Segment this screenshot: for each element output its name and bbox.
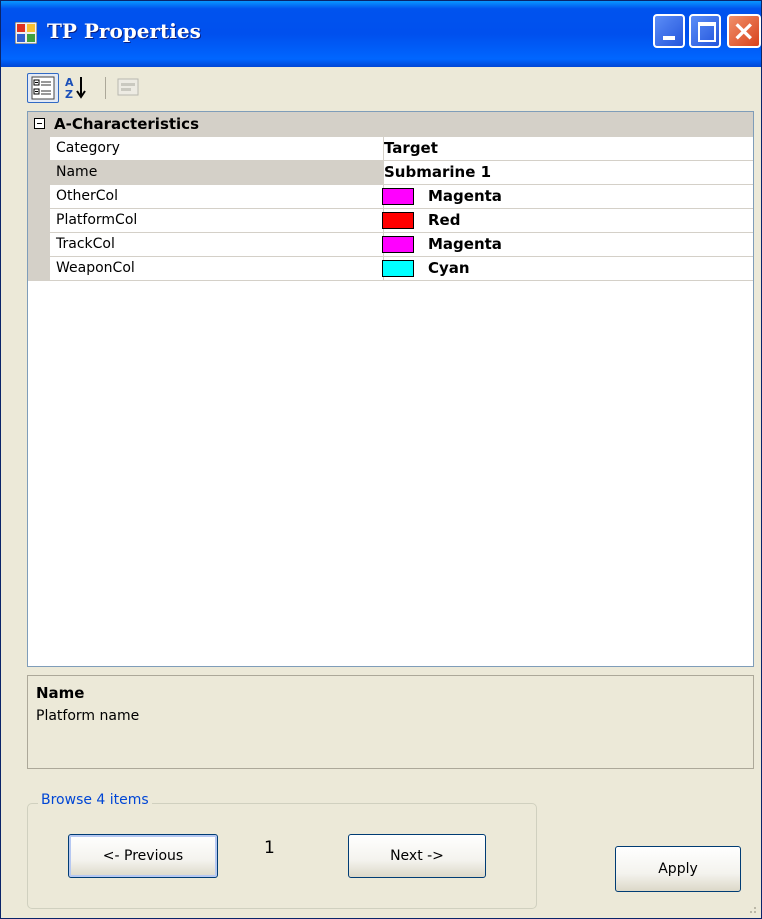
- color-swatch: [382, 212, 414, 229]
- resize-grip-icon[interactable]: [745, 902, 757, 914]
- property-value-text: Magenta: [428, 187, 502, 205]
- row-margin: [28, 233, 50, 257]
- property-row[interactable]: WeaponCol Cyan: [28, 257, 753, 281]
- property-value-text: Cyan: [428, 259, 470, 277]
- help-pane: Name Platform name: [27, 675, 754, 769]
- categorized-button[interactable]: [27, 73, 59, 103]
- category-label: A-Characteristics: [54, 115, 199, 133]
- close-icon: ×: [732, 14, 756, 47]
- apply-button[interactable]: Apply: [615, 846, 741, 892]
- property-value[interactable]: Cyan: [378, 257, 753, 281]
- svg-text:Z: Z: [65, 88, 73, 101]
- property-pages-icon: [117, 78, 139, 96]
- category-row[interactable]: A-Characteristics: [28, 112, 753, 137]
- maximize-icon: [698, 22, 716, 42]
- row-margin: [28, 185, 50, 209]
- property-row[interactable]: OtherCol Magenta: [28, 185, 753, 209]
- property-row[interactable]: TrackCol Magenta: [28, 233, 753, 257]
- property-grid-toolbar: A Z: [27, 71, 757, 105]
- property-name[interactable]: PlatformCol: [50, 209, 384, 233]
- row-margin: [28, 209, 50, 233]
- minimize-button[interactable]: [653, 14, 685, 48]
- next-button[interactable]: Next ->: [348, 834, 486, 878]
- property-name[interactable]: TrackCol: [50, 233, 384, 257]
- property-name[interactable]: Name: [50, 161, 384, 185]
- property-value-text: Target: [384, 139, 438, 157]
- previous-button[interactable]: <- Previous: [68, 834, 218, 878]
- toolbar-separator: [105, 77, 106, 99]
- property-value[interactable]: Magenta: [378, 233, 753, 257]
- color-swatch: [382, 236, 414, 253]
- property-name[interactable]: OtherCol: [50, 185, 384, 209]
- close-button[interactable]: ×: [727, 14, 761, 48]
- color-swatch: [382, 260, 414, 277]
- title-bar[interactable]: TP Properties ×: [1, 1, 761, 67]
- property-value[interactable]: Target: [378, 137, 753, 161]
- property-pages-button[interactable]: [113, 73, 145, 103]
- help-title: Name: [36, 684, 85, 702]
- collapse-icon[interactable]: [34, 118, 45, 129]
- property-value-text: Red: [428, 211, 461, 229]
- property-row[interactable]: Name Submarine 1: [28, 161, 753, 185]
- property-grid: A-Characteristics Category Target Name Subm…: [27, 111, 754, 667]
- window-title: TP Properties: [47, 19, 201, 43]
- help-description: Platform name: [36, 708, 140, 724]
- browse-legend: Browse 4 items: [38, 792, 152, 808]
- maximize-button[interactable]: [689, 14, 721, 48]
- property-row[interactable]: PlatformCol Red: [28, 209, 753, 233]
- row-margin: [28, 161, 50, 185]
- color-swatch: [382, 188, 414, 205]
- page-number: 1: [264, 838, 275, 858]
- property-value[interactable]: Submarine 1: [378, 161, 753, 185]
- alphabetical-icon: A Z: [65, 76, 86, 101]
- property-value[interactable]: Red: [378, 209, 753, 233]
- alphabetical-button[interactable]: A Z: [61, 73, 93, 103]
- property-name[interactable]: WeaponCol: [50, 257, 384, 281]
- property-name[interactable]: Category: [50, 137, 384, 161]
- property-value-text: Magenta: [428, 235, 502, 253]
- browse-groupbox: Browse 4 items <- Previous 1 Next ->: [27, 792, 537, 909]
- minimize-icon: [663, 36, 675, 40]
- property-value[interactable]: Magenta: [378, 185, 753, 209]
- row-margin: [28, 257, 50, 281]
- property-value-text: Submarine 1: [384, 163, 492, 181]
- properties-window: TP Properties × A Z A-Characteristics Ca…: [0, 0, 762, 919]
- property-row[interactable]: Category Target: [28, 137, 753, 161]
- window-app-icon: [15, 22, 37, 44]
- row-margin: [28, 137, 50, 161]
- categorized-icon: [31, 76, 55, 100]
